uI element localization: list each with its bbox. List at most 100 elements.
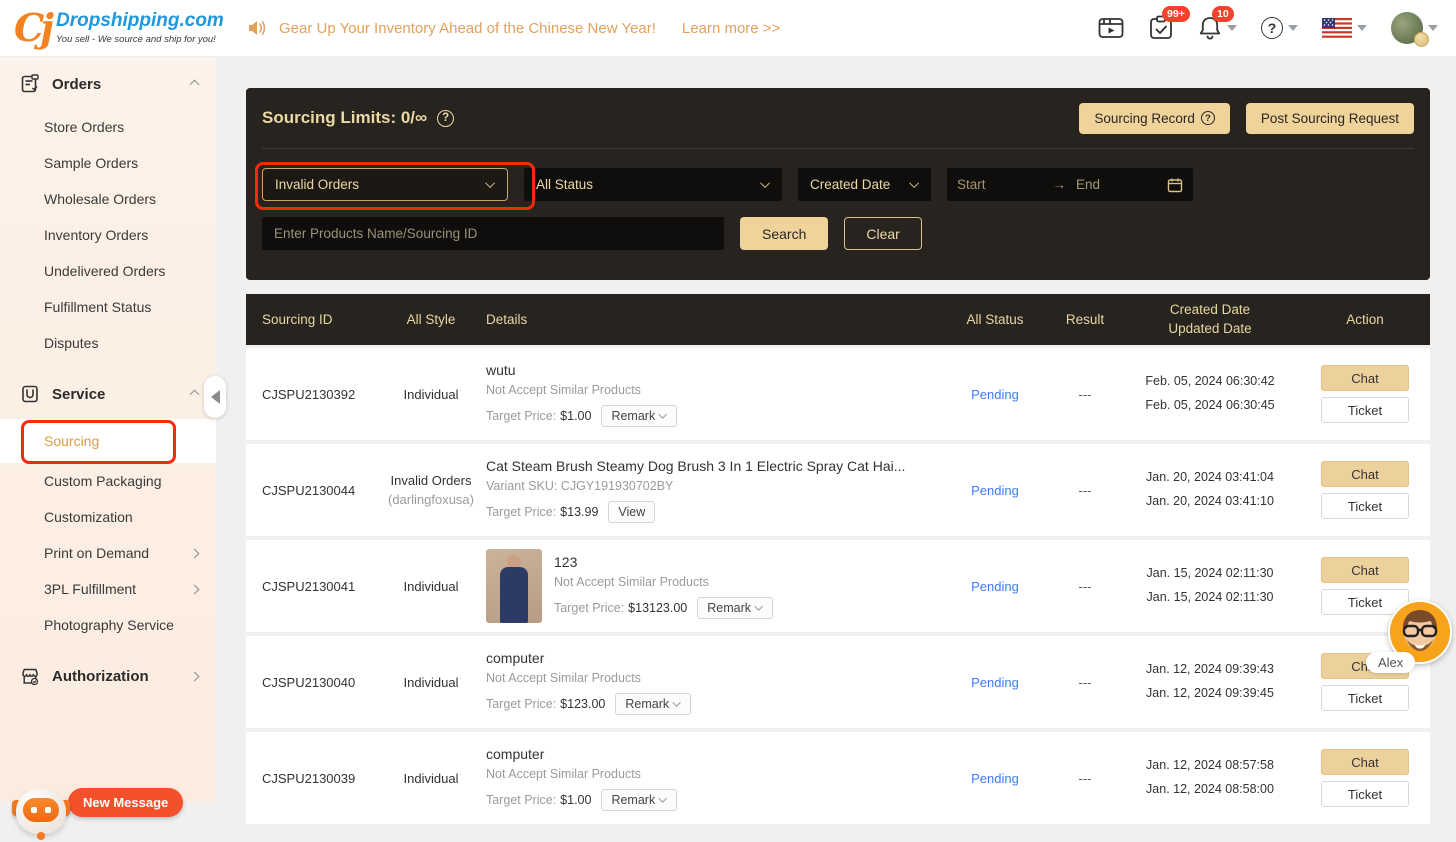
ticket-button[interactable]: Ticket bbox=[1321, 781, 1409, 807]
created-date: Jan. 12, 2024 08:57:58 bbox=[1146, 758, 1274, 773]
remark-label: Remark bbox=[611, 792, 656, 807]
sidebar-item-label: Inventory Orders bbox=[44, 227, 149, 243]
order-type-select[interactable]: Invalid Orders bbox=[262, 168, 508, 201]
app-logo[interactable]: Cj Dropshipping.com You sell - We source… bbox=[14, 9, 224, 47]
post-sourcing-request-button[interactable]: Post Sourcing Request bbox=[1245, 102, 1414, 134]
status-badge: Pending bbox=[971, 674, 1019, 690]
tasks-button[interactable]: 99+ bbox=[1148, 6, 1190, 41]
details-cell: computer Not Accept Similar Products Tar… bbox=[486, 650, 940, 715]
sidebar-item-sourcing[interactable]: Sourcing bbox=[0, 419, 216, 463]
sidebar-item-photography-service[interactable]: Photography Service bbox=[0, 607, 216, 643]
ticket-button[interactable]: Ticket bbox=[1321, 493, 1409, 519]
chevron-down-icon bbox=[485, 178, 496, 189]
remark-dropdown[interactable]: Remark bbox=[615, 692, 692, 715]
new-message-bubble[interactable]: New Message bbox=[68, 788, 184, 817]
sidebar-section-service[interactable]: Service bbox=[0, 367, 216, 419]
details-cell: Cat Steam Brush Steamy Dog Brush 3 In 1 … bbox=[486, 458, 940, 523]
product-subtitle: Not Accept Similar Products bbox=[486, 766, 641, 781]
notifications-button[interactable]: 10 bbox=[1198, 6, 1237, 41]
target-price-value: $13123.00 bbox=[628, 600, 688, 615]
clear-button[interactable]: Clear bbox=[844, 217, 922, 250]
range-arrow-icon: → bbox=[1052, 177, 1066, 192]
sidebar-item-label: Fulfillment Status bbox=[44, 299, 152, 315]
status-badge: Pending bbox=[971, 770, 1019, 786]
help-icon[interactable]: ? bbox=[437, 109, 455, 127]
date-type-select[interactable]: Created Date bbox=[798, 168, 931, 201]
sidebar-item-store-orders[interactable]: Store Orders bbox=[0, 109, 216, 145]
remark-label: Remark bbox=[707, 600, 752, 615]
ticket-button[interactable]: Ticket bbox=[1321, 685, 1409, 711]
status-select[interactable]: All Status bbox=[524, 168, 782, 201]
updated-date: Jan. 20, 2024 03:41:10 bbox=[1146, 494, 1274, 508]
speaker-icon bbox=[249, 21, 266, 35]
sidebar-item-undelivered-orders[interactable]: Undelivered Orders bbox=[0, 253, 216, 289]
updated-date: Jan. 12, 2024 08:58:00 bbox=[1146, 782, 1274, 796]
sidebar-item-wholesale-orders[interactable]: Wholesale Orders bbox=[0, 181, 216, 217]
target-price-value: $1.00 bbox=[560, 408, 592, 423]
sidebar-item-fulfillment-status[interactable]: Fulfillment Status bbox=[0, 289, 216, 325]
chat-button[interactable]: Chat bbox=[1321, 365, 1409, 391]
remark-dropdown[interactable]: Remark bbox=[697, 596, 774, 619]
details-cell: wutu Not Accept Similar Products Target … bbox=[486, 362, 940, 427]
account-menu-button[interactable] bbox=[1391, 12, 1438, 47]
details-cell: 123 Not Accept Similar Products Target P… bbox=[486, 549, 940, 623]
search-button[interactable]: Search bbox=[740, 217, 829, 250]
target-price-value: $13.99 bbox=[560, 504, 599, 519]
sidebar-nav: Orders Store Orders Sample Orders Wholes… bbox=[0, 57, 216, 840]
chat-button[interactable]: Chat bbox=[1321, 749, 1409, 775]
language-selector[interactable] bbox=[1322, 18, 1367, 38]
sidebar-section-orders[interactable]: Orders bbox=[0, 57, 216, 109]
sidebar-item-3pl-fulfillment[interactable]: 3PL Fulfillment bbox=[0, 571, 216, 607]
learn-more-link[interactable]: Learn more >> bbox=[682, 20, 780, 37]
col-all-status[interactable]: All Status bbox=[940, 312, 1050, 327]
remark-dropdown[interactable]: Remark bbox=[601, 404, 678, 427]
help-menu-button[interactable]: ? bbox=[1261, 17, 1298, 39]
col-result: Result bbox=[1065, 312, 1105, 327]
sidebar-item-custom-packaging[interactable]: Custom Packaging bbox=[0, 463, 216, 499]
product-title: wutu bbox=[486, 361, 516, 378]
product-subtitle: Not Accept Similar Products bbox=[554, 574, 709, 589]
sidebar-item-print-on-demand[interactable]: Print on Demand bbox=[0, 535, 216, 571]
store-name: (darlingfoxusa) bbox=[388, 492, 474, 507]
sidebar-item-label: Store Orders bbox=[44, 119, 125, 135]
support-bot-button[interactable] bbox=[10, 780, 72, 842]
bot-eye bbox=[45, 807, 51, 813]
video-tutorial-button[interactable] bbox=[1098, 16, 1124, 40]
sourcing-id: CJSPU2130039 bbox=[262, 770, 356, 786]
sidebar-section-label: Service bbox=[52, 385, 106, 403]
view-button[interactable]: View bbox=[608, 500, 656, 523]
search-input[interactable] bbox=[262, 217, 724, 250]
remark-dropdown[interactable]: Remark bbox=[601, 788, 678, 811]
sidebar-item-customization[interactable]: Customization bbox=[0, 499, 216, 535]
date-type-value: Created Date bbox=[810, 177, 891, 192]
col-all-style[interactable]: All Style bbox=[376, 312, 486, 327]
sidebar-section-authorization[interactable]: Authorization bbox=[0, 649, 216, 701]
updated-date: Jan. 15, 2024 02:11:30 bbox=[1146, 590, 1274, 604]
table-row: CJSPU2130044 Invalid Orders (darlingfoxu… bbox=[246, 444, 1430, 536]
table-row: CJSPU2130039 Individual computer Not Acc… bbox=[246, 732, 1430, 824]
ticket-button[interactable]: Ticket bbox=[1321, 397, 1409, 423]
col-dates: Created Date Updated Date bbox=[1120, 301, 1300, 337]
result-cell: --- bbox=[1078, 674, 1092, 690]
chevron-down-icon bbox=[754, 601, 763, 611]
sidebar-collapse-button[interactable] bbox=[204, 376, 226, 418]
chat-button[interactable]: Chat bbox=[1321, 461, 1409, 487]
chevron-down-icon bbox=[1288, 25, 1298, 31]
agent-name-label: Alex bbox=[1366, 652, 1416, 673]
sidebar-item-disputes[interactable]: Disputes bbox=[0, 325, 216, 361]
view-label: View bbox=[618, 504, 646, 519]
chevron-up-icon bbox=[189, 79, 200, 89]
order-type-value: Invalid Orders bbox=[275, 177, 360, 192]
chevron-up-icon bbox=[189, 389, 200, 399]
sourcing-record-button[interactable]: Sourcing Record ? bbox=[1079, 102, 1230, 134]
support-agent-widget[interactable]: Alex bbox=[1366, 600, 1452, 673]
product-thumbnail[interactable] bbox=[486, 549, 542, 623]
target-price-label: Target Price: bbox=[486, 504, 557, 519]
sidebar-item-sample-orders[interactable]: Sample Orders bbox=[0, 145, 216, 181]
tasks-badge: 99+ bbox=[1162, 6, 1190, 22]
created-date: Jan. 12, 2024 09:39:43 bbox=[1146, 662, 1274, 677]
chevron-down-icon bbox=[672, 697, 681, 707]
chat-button[interactable]: Chat bbox=[1321, 557, 1409, 583]
date-range-picker[interactable]: Start → End bbox=[947, 168, 1193, 201]
sidebar-item-inventory-orders[interactable]: Inventory Orders bbox=[0, 217, 216, 253]
